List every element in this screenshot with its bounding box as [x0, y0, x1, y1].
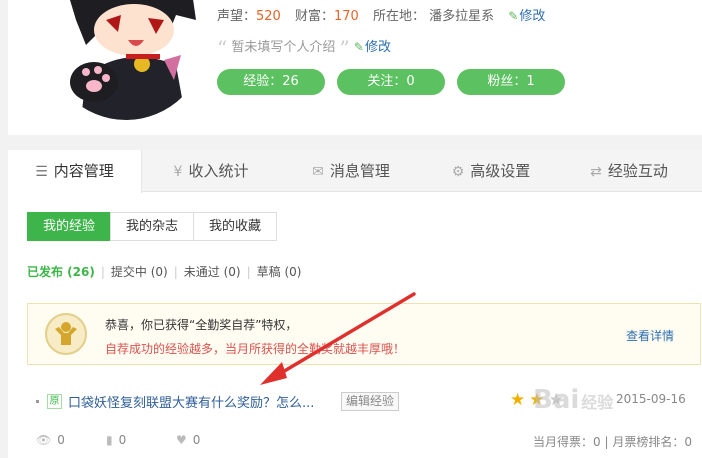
edit-intro-link[interactable]: ✎修改 [354, 40, 391, 55]
original-badge: 原 [47, 394, 62, 409]
intro-placeholder: 暂未填写个人介绍 [231, 40, 336, 55]
monthly-ranking: 当月得票：0 | 月票榜排名：0 [533, 435, 692, 449]
sub-tabs: 我的经验 我的杂志 我的收藏 [27, 212, 278, 241]
experience-title-link[interactable]: 口袋妖怪复刻联盟大赛有什么奖励？怎么... [68, 392, 314, 411]
pencil-icon: ✎ [353, 40, 364, 54]
bar-chart-icon: ▮ [106, 433, 113, 447]
notice-title: 恭喜，你已获得“全勤奖自荐”特权， [105, 318, 298, 332]
publish-date: 2015-09-16 [616, 392, 686, 406]
notice-description: 自荐成功的经验越多，当月所获得的全勤奖就越丰厚哦！ [105, 342, 406, 356]
trophy-person-icon [45, 313, 87, 355]
likes-count: ♥ 0 [176, 433, 201, 447]
avatar[interactable] [46, 0, 206, 120]
main-tabs: ☰ 内容管理 ¥ 收入统计 ✉ 消息管理 ⚙ 高级设置 ⇄ 经验互动 [8, 150, 702, 193]
views-count: 👁 0 [36, 433, 65, 447]
open-quote-icon: “ [217, 36, 228, 60]
yen-icon: ¥ [173, 164, 183, 180]
tab-content-management[interactable]: ☰ 内容管理 [8, 150, 142, 193]
experience-pill[interactable]: 经验：26 [217, 69, 325, 95]
baidu-watermark: Bai 经验 [533, 385, 614, 415]
mail-icon: ✉ [312, 164, 324, 180]
profile-card: 声望：520 财富：170 所在地： 潘多拉星系 ✎修改 “ 暂未填写个人介绍 … [8, 0, 702, 135]
tab-advanced-settings[interactable]: ⚙ 高级设置 [436, 150, 546, 192]
star-icon: ★ [510, 390, 530, 410]
list-icon: ☰ [35, 164, 48, 180]
filter-rejected[interactable]: 未通过 (0) [184, 265, 241, 279]
subtab-my-favorites[interactable]: 我的收藏 [193, 212, 278, 241]
profile-pills: 经验：26 关注：0 粉丝：1 [217, 69, 577, 95]
tab-message-management[interactable]: ✉ 消息管理 [296, 150, 406, 192]
following-pill[interactable]: 关注：0 [337, 69, 445, 95]
heart-icon: ♥ [176, 433, 187, 447]
edit-experience-button[interactable]: 编辑经验 [341, 392, 400, 411]
wealth-value: 170 [334, 9, 359, 24]
view-details-link[interactable]: 查看详情 [626, 327, 674, 344]
subtab-my-experience[interactable]: 我的经验 [27, 212, 112, 241]
bullet-dot [36, 400, 39, 403]
subtab-my-magazine[interactable]: 我的杂志 [110, 212, 195, 241]
followers-pill[interactable]: 粉丝：1 [457, 69, 565, 95]
wealth-label: 财富： [294, 9, 334, 24]
votes-count: ▮ 0 [106, 433, 127, 447]
filter-submitting[interactable]: 提交中 (0) [111, 265, 168, 279]
profile-stats: 声望：520 财富：170 所在地： 潘多拉星系 ✎修改 [217, 5, 545, 24]
reputation-label: 声望： [217, 9, 257, 24]
privilege-notice: 恭喜，你已获得“全勤奖自荐”特权， 自荐成功的经验越多，当月所获得的全勤奖就越丰… [27, 303, 701, 365]
item-meta: 👁 0 ▮ 0 ♥ 0 当月得票：0 | 月票榜排名：0 [36, 433, 696, 451]
reputation-value: 520 [256, 9, 281, 24]
filter-drafts[interactable]: 草稿 (0) [257, 265, 302, 279]
location-value: 潘多拉星系 [429, 9, 495, 24]
status-filters: 已发布 (26) | 提交中 (0) | 未通过 (0) | 草稿 (0) [27, 265, 302, 279]
profile-intro: “ 暂未填写个人介绍 ” ✎修改 [217, 36, 391, 60]
close-quote-icon: ” [339, 36, 350, 60]
location-label: 所在地： [372, 9, 425, 24]
gear-icon: ⚙ [451, 164, 465, 180]
eye-icon: 👁 [36, 433, 52, 447]
filter-published[interactable]: 已发布 (26) [27, 265, 95, 279]
pencil-icon: ✎ [508, 9, 519, 23]
edit-location-link[interactable]: ✎修改 [508, 9, 545, 24]
exchange-icon: ⇄ [590, 164, 602, 180]
tab-income-stats[interactable]: ¥ 收入统计 [156, 150, 266, 192]
tab-experience-interaction[interactable]: ⇄ 经验互动 [574, 150, 684, 192]
